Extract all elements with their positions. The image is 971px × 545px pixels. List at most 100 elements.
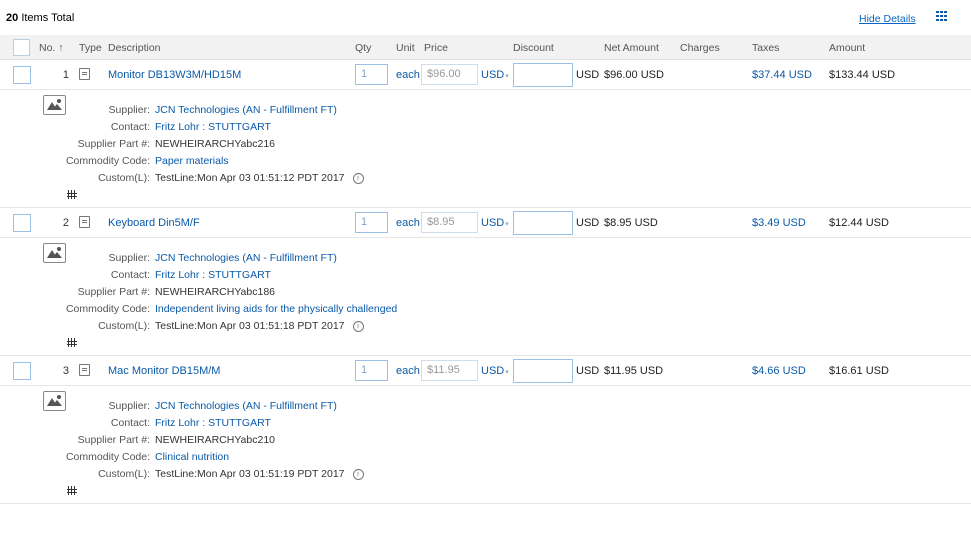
supplier-part-label: Supplier Part #: [77,138,150,150]
taxes-link[interactable]: $4.66 USD [752,365,806,377]
custom-text: TestLine:Mon Apr 03 01:51:18 PDT 2017 [155,320,345,332]
line-number: 3 [62,365,69,377]
contact-label: Contact: [110,121,150,133]
contact-label: Contact: [110,417,150,429]
custom-value: TestLine:Mon Apr 03 01:51:12 PDT 2017 i [155,172,364,184]
col-taxes: Taxes [752,42,780,54]
commodity-code-label: Commodity Code: [65,303,150,315]
net-amount: $96.00 USD [604,69,664,81]
line-amount: $16.61 USD [829,365,889,377]
custom-value: TestLine:Mon Apr 03 01:51:18 PDT 2017 i [155,320,364,332]
split-accounting-icon[interactable] [67,486,77,495]
supplier-link[interactable]: JCN Technologies (AN - Fulfillment FT) [155,252,337,264]
split-accounting-icon[interactable] [67,190,77,199]
catalog-item-icon [79,68,90,80]
custom-label: Custom(L): [98,172,150,184]
col-no[interactable]: No. ↑ [39,42,64,54]
discount-currency: USD [576,217,600,229]
image-placeholder-icon [43,243,66,263]
supplier-label: Supplier: [108,400,150,412]
table-row: 1 Monitor DB13W3M/HD15M 1 each $96.00 US… [0,60,971,90]
info-icon[interactable]: i [352,468,364,480]
item-description-link[interactable]: Keyboard Din5M/F [108,217,200,229]
custom-label: Custom(L): [98,468,150,480]
unit-of-measure[interactable]: each [396,217,420,229]
item-details: Supplier: JCN Technologies (AN - Fulfill… [0,238,971,356]
discount-field[interactable] [513,211,573,235]
contact-link[interactable]: Fritz Lohr : STUTTGART [155,417,271,429]
custom-value: TestLine:Mon Apr 03 01:51:19 PDT 2017 i [155,468,364,480]
price-field[interactable]: $11.95 [421,360,478,381]
price-currency-dropdown[interactable]: USD [481,69,509,81]
hide-details-link[interactable]: Hide Details [859,13,916,25]
items-toolbar: 20 Items Total Hide Details [0,0,971,34]
line-number: 2 [62,217,69,229]
quantity-field[interactable]: 1 [355,64,388,85]
supplier-label: Supplier: [108,252,150,264]
line-amount: $133.44 USD [829,69,896,81]
select-all-checkbox[interactable] [13,39,30,56]
col-type: Type [79,42,102,54]
custom-text: TestLine:Mon Apr 03 01:51:19 PDT 2017 [155,468,345,480]
items-count: 20 [6,12,19,24]
price-field[interactable]: $96.00 [421,64,478,85]
price-currency-dropdown[interactable]: USD [481,365,509,377]
info-icon[interactable]: i [352,172,364,184]
quantity-field[interactable]: 1 [355,212,388,233]
col-net-amount: Net Amount [604,42,659,54]
commodity-code-link[interactable]: Paper materials [155,155,229,167]
line-amount: $12.44 USD [829,217,889,229]
row-checkbox[interactable] [13,362,31,380]
catalog-item-icon [79,216,90,228]
row-checkbox[interactable] [13,66,31,84]
table-options-icon[interactable] [936,11,948,21]
supplier-link[interactable]: JCN Technologies (AN - Fulfillment FT) [155,104,337,116]
item-details: Supplier: JCN Technologies (AN - Fulfill… [0,386,971,504]
discount-currency: USD [576,69,600,81]
contact-link[interactable]: Fritz Lohr : STUTTGART [155,121,271,133]
discount-currency: USD [576,365,600,377]
unit-of-measure[interactable]: each [396,69,420,81]
commodity-code-label: Commodity Code: [65,155,150,167]
col-amount: Amount [829,42,866,54]
commodity-code-label: Commodity Code: [65,451,150,463]
split-accounting-icon[interactable] [67,338,77,347]
commodity-code-link[interactable]: Clinical nutrition [155,451,229,463]
discount-field[interactable] [513,359,573,383]
price-currency-dropdown[interactable]: USD [481,217,509,229]
items-total: 20 Items Total [6,12,74,24]
col-discount: Discount [513,42,554,54]
image-placeholder-icon [43,95,66,115]
supplier-label: Supplier: [108,104,150,116]
table-row: 3 Mac Monitor DB15M/M 1 each $11.95 USD … [0,356,971,386]
col-qty: Qty [355,42,372,54]
item-details: Supplier: JCN Technologies (AN - Fulfill… [0,90,971,208]
supplier-part-label: Supplier Part #: [77,286,150,298]
supplier-part-value: NEWHEIRARCHYabc210 [155,434,276,446]
supplier-part-value: NEWHEIRARCHYabc186 [155,286,276,298]
items-count-label: Items Total [21,12,75,24]
table-header: No. ↑ Type Description Qty Unit Price Di… [0,35,971,60]
catalog-item-icon [79,364,90,376]
col-charges: Charges [680,42,720,54]
custom-label: Custom(L): [98,320,150,332]
supplier-link[interactable]: JCN Technologies (AN - Fulfillment FT) [155,400,337,412]
item-description-link[interactable]: Mac Monitor DB15M/M [108,365,220,377]
supplier-part-value: NEWHEIRARCHYabc216 [155,138,276,150]
taxes-link[interactable]: $37.44 USD [752,69,812,81]
col-price: Price [424,42,448,54]
unit-of-measure[interactable]: each [396,365,420,377]
quantity-field[interactable]: 1 [355,360,388,381]
col-description: Description [108,42,161,54]
contact-link[interactable]: Fritz Lohr : STUTTGART [155,269,271,281]
taxes-link[interactable]: $3.49 USD [752,217,806,229]
discount-field[interactable] [513,63,573,87]
table-row: 2 Keyboard Din5M/F 1 each $8.95 USD USD … [0,208,971,238]
net-amount: $8.95 USD [604,217,658,229]
info-icon[interactable]: i [352,320,364,332]
item-description-link[interactable]: Monitor DB13W3M/HD15M [108,69,241,81]
price-field[interactable]: $8.95 [421,212,478,233]
commodity-code-link[interactable]: Independent living aids for the physical… [155,303,397,315]
net-amount: $11.95 USD [604,365,664,377]
row-checkbox[interactable] [13,214,31,232]
